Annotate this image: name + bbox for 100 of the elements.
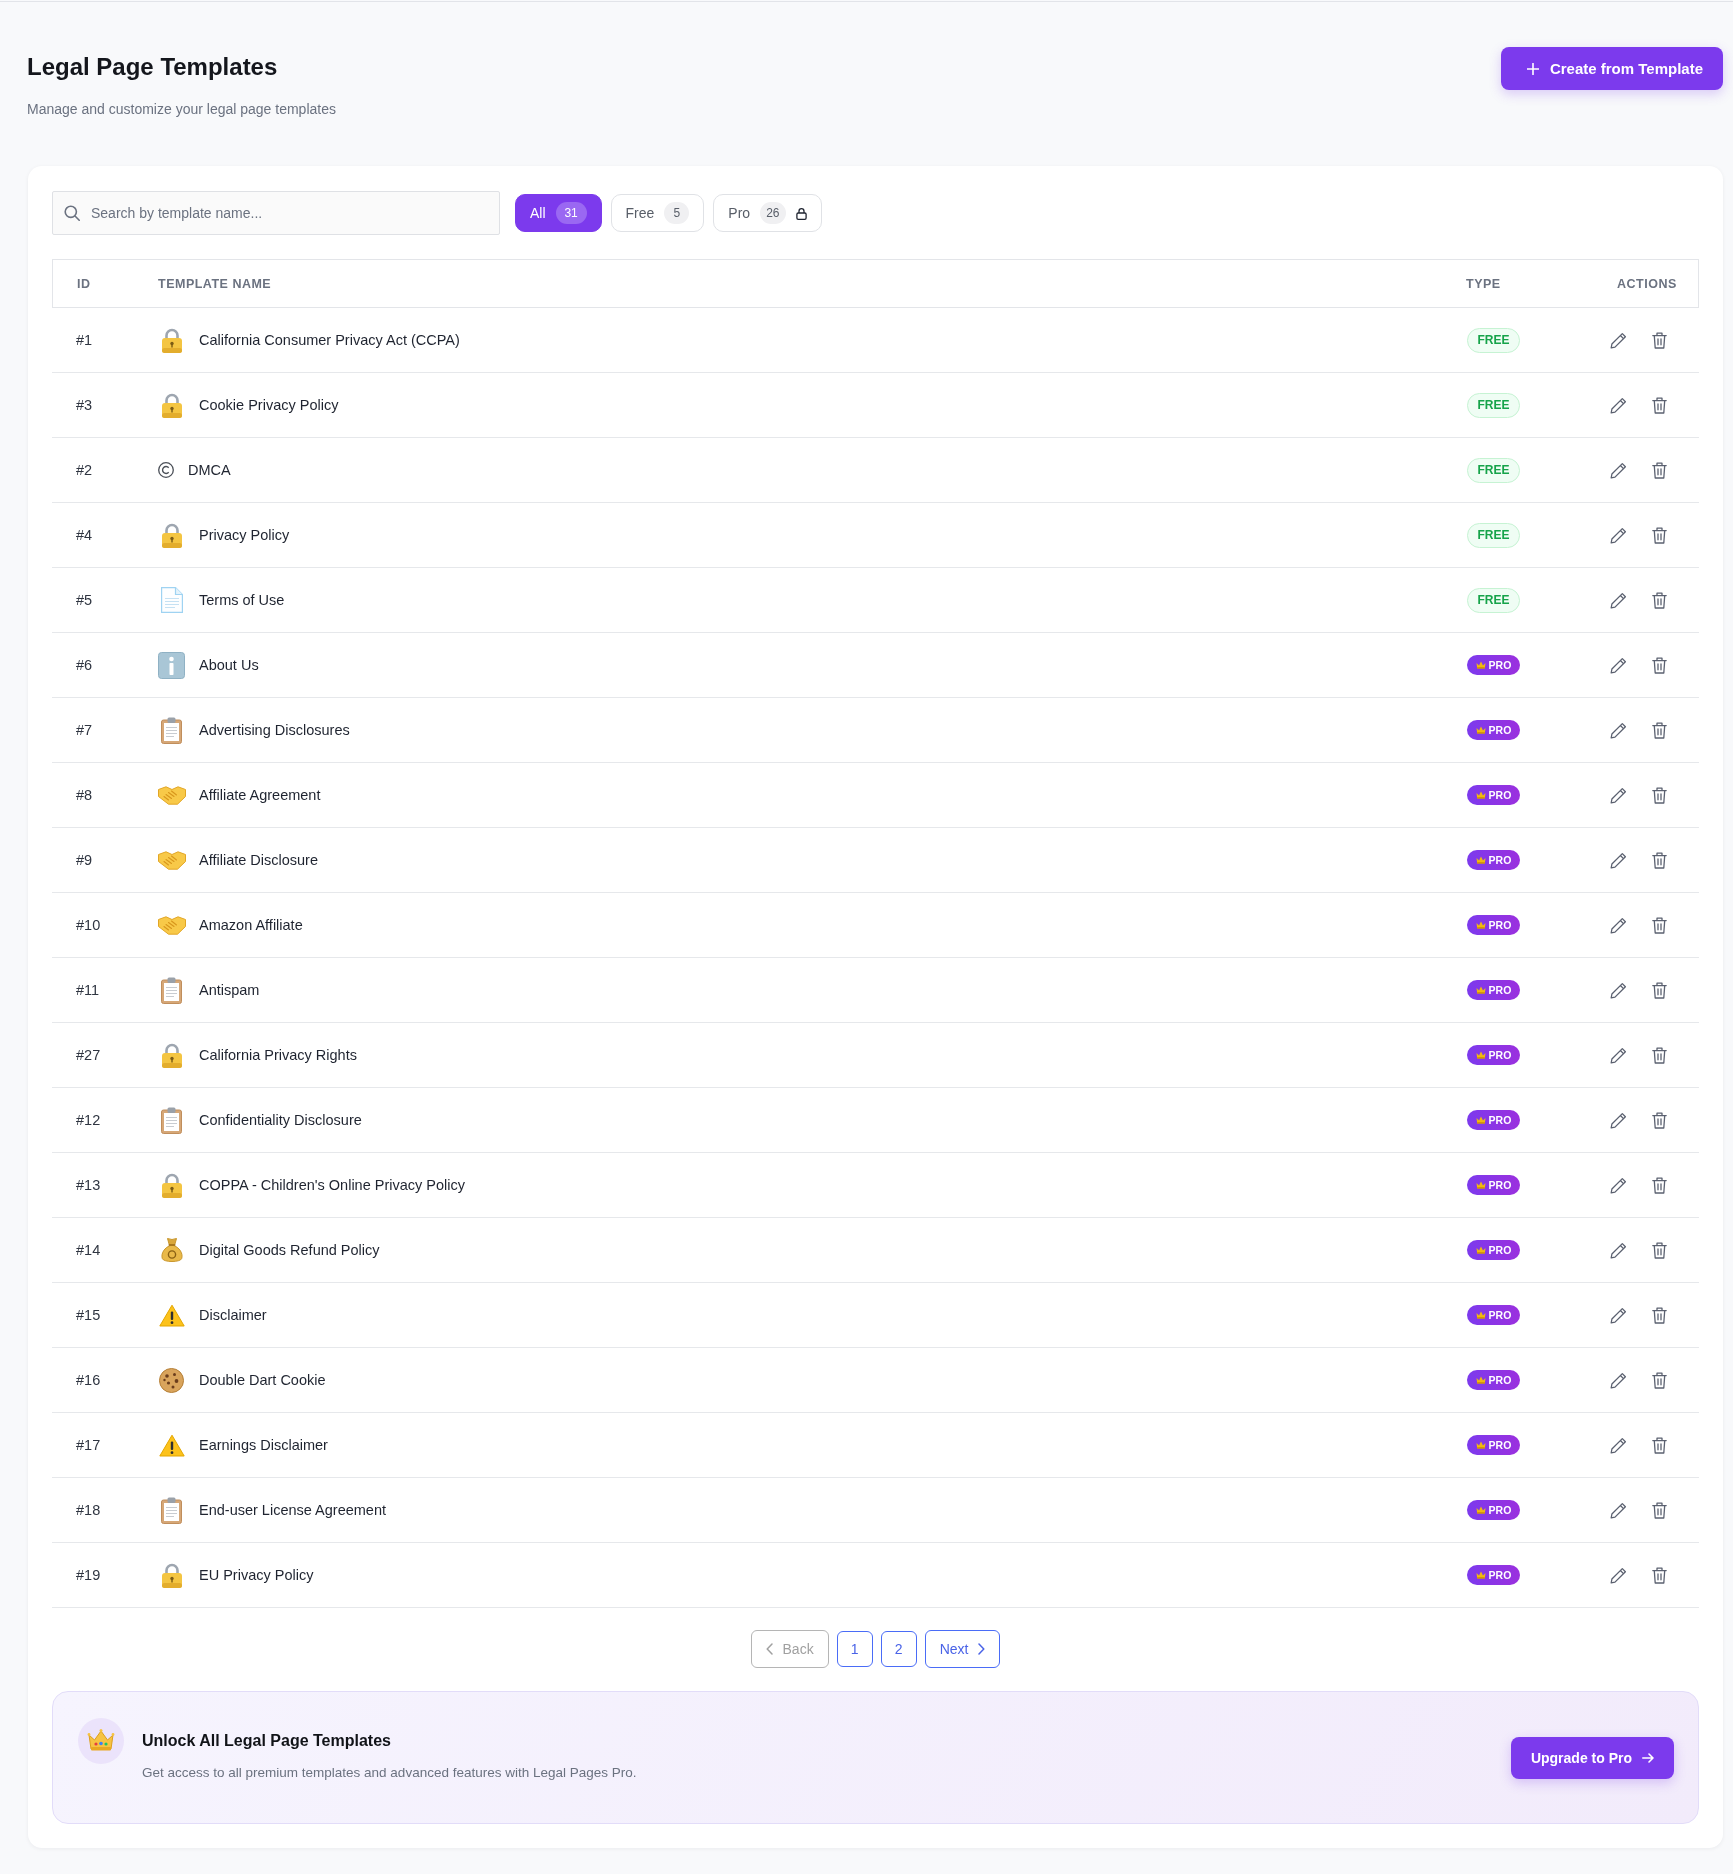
trash-icon[interactable] <box>1652 1306 1667 1324</box>
money-bag-icon <box>159 1237 184 1263</box>
pencil-icon[interactable] <box>1610 851 1627 869</box>
pencil-icon[interactable] <box>1610 591 1627 609</box>
template-name: DMCA <box>188 462 231 478</box>
trash-icon[interactable] <box>1652 1371 1667 1389</box>
template-id: #17 <box>76 1437 101 1453</box>
warning-icon <box>158 1303 185 1327</box>
filter-tab[interactable]: Free 5 <box>610 194 705 232</box>
banner-text: Get access to all premium templates and advanced features with Legal Pages Pro. <box>142 1764 637 1782</box>
crown-icon <box>1475 791 1486 799</box>
page-button[interactable]: 2 <box>880 1631 917 1667</box>
column-header: ACTIONS <box>1617 276 1677 291</box>
type-label: PRO <box>1488 1179 1512 1191</box>
pencil-icon[interactable] <box>1610 721 1627 739</box>
pencil-icon[interactable] <box>1610 461 1627 479</box>
search-field[interactable]: Search by template name... <box>52 191 500 235</box>
type-label: PRO <box>1488 1374 1512 1386</box>
trash-icon[interactable] <box>1652 1241 1667 1259</box>
create-button[interactable]: Create from Template <box>1500 47 1723 90</box>
trash-icon[interactable] <box>1652 1566 1667 1584</box>
crown-icon <box>1475 1506 1486 1514</box>
type-label: FREE <box>1477 333 1510 347</box>
pencil-icon[interactable] <box>1610 1176 1627 1194</box>
info-icon <box>158 651 185 679</box>
pencil-icon[interactable] <box>1610 1371 1627 1389</box>
trash-icon[interactable] <box>1652 591 1667 609</box>
trash-icon[interactable] <box>1652 1501 1667 1519</box>
document-icon <box>160 587 183 613</box>
template-name: Privacy Policy <box>199 527 290 543</box>
filter-tab[interactable]: All 31 <box>515 194 602 232</box>
next-button[interactable]: Next <box>924 1630 1001 1668</box>
template-id: #11 <box>76 982 100 998</box>
handshake-icon <box>157 785 186 805</box>
page-title: Legal Page Templates <box>27 52 278 82</box>
padlock-icon <box>161 327 182 353</box>
pencil-icon[interactable] <box>1610 1111 1627 1129</box>
pencil-icon[interactable] <box>1610 1046 1627 1064</box>
trash-icon[interactable] <box>1652 1046 1667 1064</box>
trash-icon[interactable] <box>1652 1436 1667 1454</box>
pencil-icon[interactable] <box>1610 331 1627 349</box>
trash-icon[interactable] <box>1652 1176 1667 1194</box>
page-subtitle: Manage and customize your legal page templates <box>27 100 336 118</box>
type-label: FREE <box>1477 593 1510 607</box>
filter-tab[interactable]: Pro 26 <box>713 194 822 232</box>
pencil-icon[interactable] <box>1610 656 1627 674</box>
clipboard-icon <box>161 976 182 1004</box>
pencil-icon[interactable] <box>1610 981 1627 999</box>
trash-icon[interactable] <box>1652 916 1667 934</box>
pencil-icon[interactable] <box>1610 396 1627 414</box>
pencil-icon[interactable] <box>1610 1566 1627 1584</box>
pencil-icon[interactable] <box>1610 1436 1627 1454</box>
pencil-icon[interactable] <box>1610 526 1627 544</box>
crown-icon <box>1475 1051 1486 1059</box>
pencil-icon[interactable] <box>1610 1501 1627 1519</box>
trash-icon[interactable] <box>1652 786 1667 804</box>
template-name: California Privacy Rights <box>199 1047 357 1063</box>
crown-icon <box>1475 856 1486 864</box>
pencil-icon[interactable] <box>1610 916 1627 934</box>
template-name: Cookie Privacy Policy <box>199 397 339 413</box>
pencil-icon[interactable] <box>1610 786 1627 804</box>
template-id: #15 <box>76 1307 101 1323</box>
template-id: #18 <box>76 1502 101 1518</box>
arrow-right-icon <box>1642 1752 1654 1763</box>
template-id: #19 <box>76 1567 101 1583</box>
type-label: PRO <box>1488 659 1512 671</box>
template-name: Terms of Use <box>199 592 285 608</box>
clipboard-icon <box>161 1106 182 1134</box>
column-header: TYPE <box>1466 276 1501 291</box>
crown-icon <box>1475 1246 1486 1254</box>
pencil-icon[interactable] <box>1610 1306 1627 1324</box>
trash-icon[interactable] <box>1652 526 1667 544</box>
trash-icon[interactable] <box>1652 851 1667 869</box>
template-name: Confidentiality Disclosure <box>199 1112 362 1128</box>
trash-icon[interactable] <box>1652 656 1667 674</box>
template-id: #3 <box>76 397 93 413</box>
template-id: #4 <box>76 527 93 543</box>
tab-count: 5 <box>664 202 690 224</box>
type-label: PRO <box>1488 789 1512 801</box>
type-label: PRO <box>1488 854 1512 866</box>
trash-icon[interactable] <box>1652 331 1667 349</box>
pencil-icon[interactable] <box>1610 1241 1627 1259</box>
clipboard-icon <box>161 716 182 744</box>
template-id: #7 <box>76 722 93 738</box>
copyright-icon <box>158 462 174 478</box>
trash-icon[interactable] <box>1652 1111 1667 1129</box>
tab-count: 31 <box>555 202 587 224</box>
crown-icon <box>78 1718 124 1764</box>
trash-icon[interactable] <box>1652 721 1667 739</box>
padlock-icon <box>161 1562 182 1588</box>
template-name: Digital Goods Refund Policy <box>199 1242 380 1258</box>
trash-icon[interactable] <box>1652 981 1667 999</box>
type-label: PRO <box>1488 1439 1512 1451</box>
page-button[interactable]: 1 <box>836 1631 873 1667</box>
handshake-icon <box>157 915 186 935</box>
type-label: PRO <box>1488 919 1512 931</box>
crown-icon <box>1475 986 1486 994</box>
upgrade-button[interactable]: Upgrade to Pro <box>1510 1736 1674 1779</box>
trash-icon[interactable] <box>1652 461 1667 479</box>
trash-icon[interactable] <box>1652 396 1667 414</box>
